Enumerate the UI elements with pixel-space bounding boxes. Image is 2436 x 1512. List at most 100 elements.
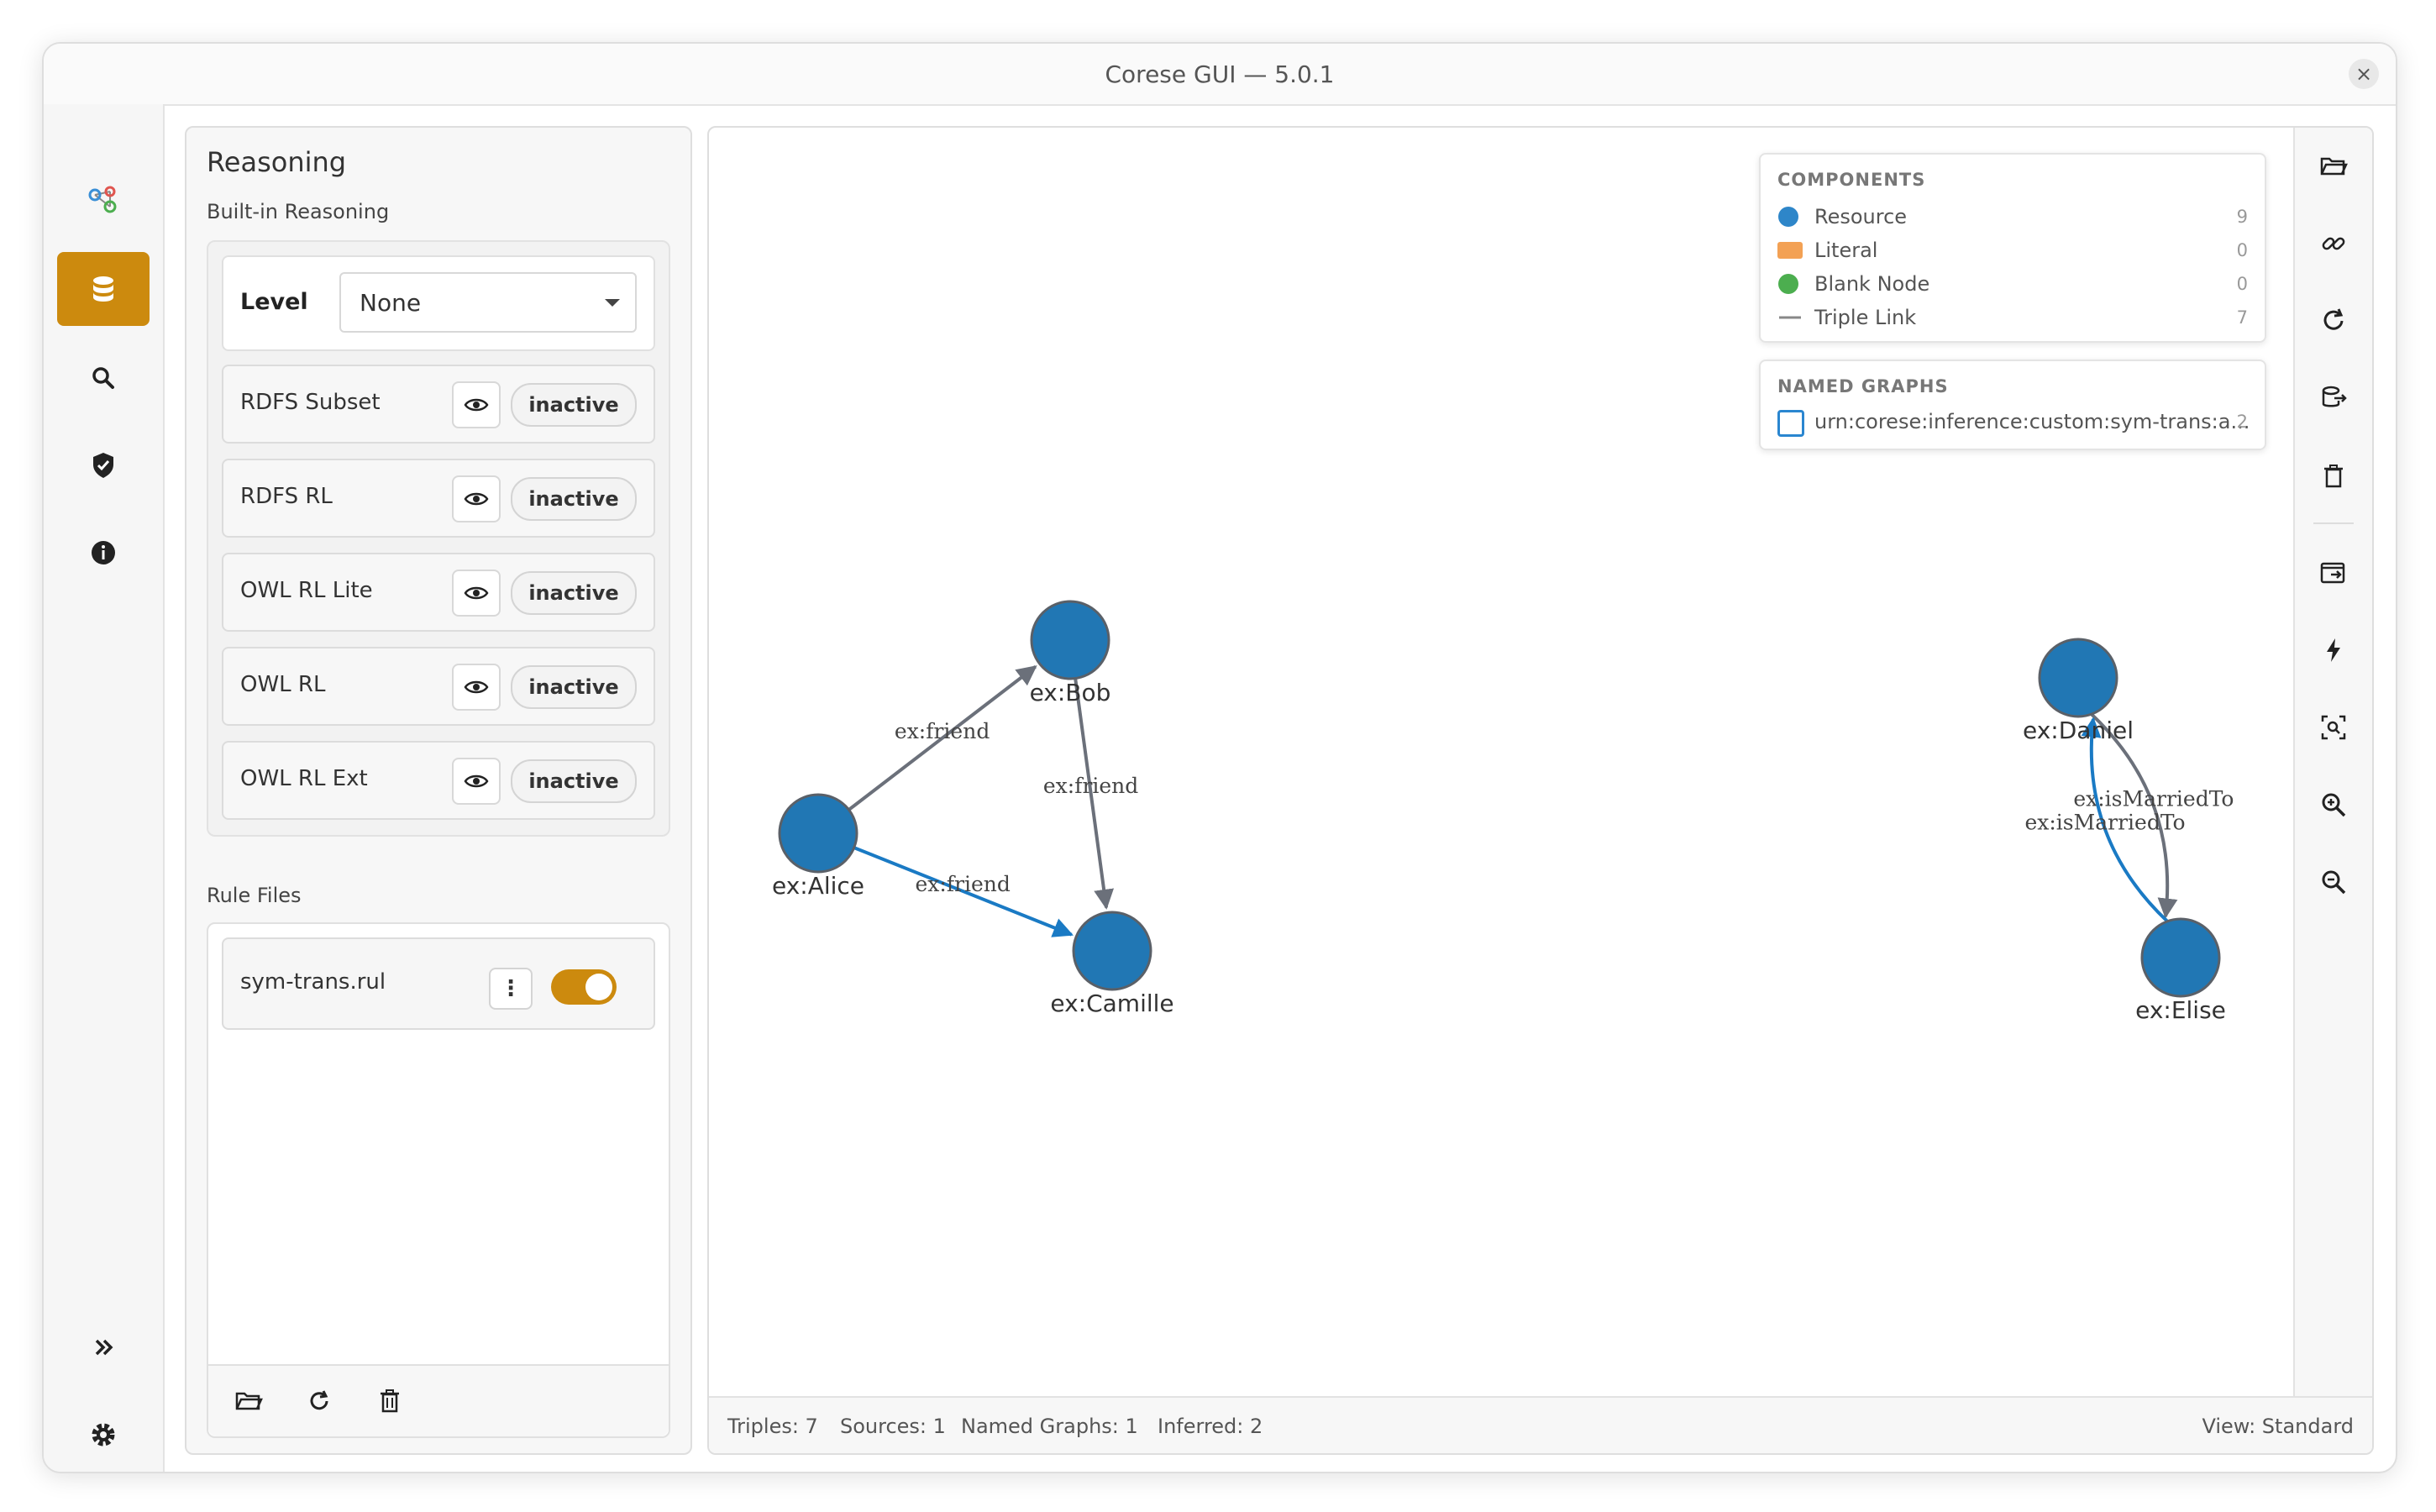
state-toggle-button[interactable]: inactive [511,383,637,427]
legend-count: 0 [2236,240,2248,260]
node-label: ex:Bob [1030,679,1111,706]
more-options-icon[interactable]: ⋮ [489,968,533,1010]
graph-view: ex:friend ex:friend ex:friend ex:isMarriedT… [707,126,2374,1455]
rule-name: OWL RL Ext [240,766,368,791]
level-select[interactable]: None [339,272,637,333]
legend-item-resource[interactable]: Resource 9 [1777,202,2248,230]
state-toggle-button[interactable]: inactive [511,571,637,615]
graph-node[interactable] [1030,600,1110,680]
node-label: ex:Camille [1050,990,1173,1017]
named-graph-checkbox[interactable] [1777,410,1804,437]
builtin-reasoning-label: Built-in Reasoning [207,200,390,223]
eye-icon[interactable] [452,381,501,428]
window-export-icon[interactable] [2315,554,2352,591]
named-graph-count: 2 [2236,412,2248,432]
graph-node[interactable] [2038,638,2118,718]
trash-icon[interactable] [375,1386,405,1416]
focus-icon[interactable] [2315,709,2352,746]
rule-row-owl-rl: OWL RL inactive [222,647,655,726]
rule-file-toggle[interactable] [551,969,617,1005]
eye-icon[interactable] [452,664,501,711]
lightning-icon[interactable] [2315,632,2352,669]
edge-label: ex:isMarriedTo [2024,810,2185,834]
named-graphs-legend: NAMED GRAPHS urn:corese:inference:custom… [1759,360,2266,450]
legend-label: Triple Link [1814,306,1917,329]
level-label: Level [240,289,308,315]
zoom-out-icon[interactable] [2315,864,2352,900]
eye-icon[interactable] [452,570,501,617]
status-inferred: Inferred: 2 [1158,1415,1263,1438]
legend-count: 9 [2236,207,2248,227]
legend-label: Resource [1814,205,1908,228]
title-bar: Corese GUI — 5.0.1 × [44,44,2396,106]
toolbar-divider [2313,522,2354,524]
status-sources: Sources: 1 [840,1415,946,1438]
node-label: ex:Alice [772,872,864,900]
named-graphs-heading: NAMED GRAPHS [1777,376,1949,396]
rule-file-name: sym-trans.rul [240,969,386,995]
link-icon[interactable] [2315,225,2352,262]
zoom-in-icon[interactable] [2315,786,2352,823]
rule-file-row: sym-trans.rul ⋮ [222,937,655,1030]
folder-open-icon[interactable] [234,1386,264,1416]
graph-logo-icon[interactable] [57,163,150,237]
graph-node[interactable] [1072,911,1152,991]
legend-item-blank-node[interactable]: Blank Node 0 [1777,269,2248,297]
level-value: None [360,289,422,317]
rule-row-rdfs-rl: RDFS RL inactive [222,459,655,538]
eye-icon[interactable] [452,475,501,522]
graph-node[interactable] [2140,917,2221,998]
chevron-down-icon [605,299,620,307]
legend-item-literal[interactable]: Literal 0 [1777,235,2248,264]
literal-swatch-icon [1777,242,1803,259]
database-icon[interactable] [57,252,150,326]
rule-files-footer [208,1364,669,1436]
reasoning-panel: Reasoning Built-in Reasoning Level None … [185,126,692,1455]
legend-count: 0 [2236,274,2248,294]
double-chevron-right-icon[interactable] [57,1310,150,1384]
rule-row-rdfs-subset: RDFS Subset inactive [222,365,655,444]
legend-label: Blank Node [1814,272,1930,296]
search-icon[interactable] [57,341,150,415]
rule-row-owl-rl-lite: OWL RL Lite inactive [222,553,655,632]
status-view: View: Standard [2202,1415,2354,1438]
eye-icon[interactable] [452,758,501,805]
close-icon[interactable]: × [2349,59,2379,89]
folder-open-icon[interactable] [2315,148,2352,185]
trash-icon[interactable] [2315,457,2352,494]
window-title: Corese GUI — 5.0.1 [1105,60,1335,88]
rule-name: OWL RL Lite [240,578,373,603]
blank-node-swatch-icon [1778,274,1798,294]
gear-icon[interactable] [57,1398,150,1472]
resource-swatch-icon [1778,207,1798,227]
refresh-icon[interactable] [304,1386,334,1416]
node-label: ex:Daniel [2023,717,2134,744]
builtin-reasoning-box: Level None RDFS Subset inactive RDFS RL … [207,240,670,837]
info-icon[interactable] [57,516,150,590]
rule-files-label: Rule Files [207,884,302,907]
rule-row-owl-rl-ext: OWL RL Ext inactive [222,741,655,820]
rule-name: OWL RL [240,672,326,697]
panel-title: Reasoning [207,146,347,178]
app-window: Corese GUI — 5.0.1 × Reasoning Built-in … [42,42,2397,1473]
rule-name: RDFS RL [240,484,333,509]
export-icon[interactable] [2315,380,2352,417]
triple-link-swatch-icon [1779,316,1801,319]
node-label: ex:Elise [2135,996,2226,1024]
graph-toolbar [2293,128,2372,1396]
named-graph-name: urn:corese:inference:custom:sym-trans:a.… [1814,410,2250,433]
state-toggle-button[interactable]: inactive [511,759,637,803]
state-toggle-button[interactable]: inactive [511,477,637,521]
legend-item-triple-link[interactable]: Triple Link 7 [1777,302,2248,331]
legend-count: 7 [2236,307,2248,328]
status-bar: Triples: 7 Sources: 1 Named Graphs: 1 In… [709,1396,2372,1453]
refresh-icon[interactable] [2315,302,2352,339]
level-row: Level None [222,255,655,351]
shield-check-icon[interactable] [57,428,150,502]
edge-label: ex:friend [1043,774,1138,798]
rule-files-box: sym-trans.rul ⋮ [207,922,670,1438]
edge-label: ex:friend [916,872,1011,896]
state-toggle-button[interactable]: inactive [511,665,637,709]
status-named-graphs: Named Graphs: 1 [961,1415,1138,1438]
graph-node[interactable] [778,793,858,874]
